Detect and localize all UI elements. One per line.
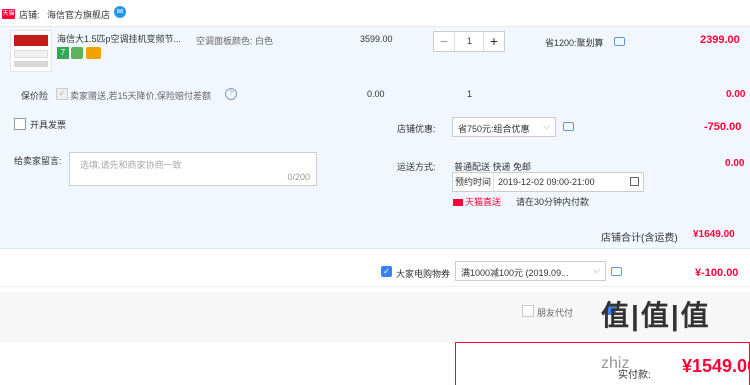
insurance-price: 0.00 [367, 89, 385, 99]
watermark-text: zhiz [601, 355, 630, 372]
pay-total: ¥1549.00 [682, 356, 750, 376]
seven-day-return-icon: 7 [57, 47, 69, 59]
promo-text: 省1200:聚划算 [545, 38, 604, 48]
friend-pay-checkbox[interactable] [522, 305, 534, 317]
install-note: 请在30分钟内付款 [516, 197, 590, 207]
decrease-quantity-button[interactable]: − [434, 32, 455, 51]
appointment-time-field[interactable]: 预约时间 2019-12-02 09:00-21:00 [452, 172, 644, 192]
comment-icon[interactable] [614, 37, 625, 46]
chevron-down-icon: ⌵ [593, 265, 600, 275]
shop-header [0, 0, 750, 27]
watermark-logo: 值|值|值 [601, 300, 711, 331]
chat-icon[interactable]: ✉ [114, 6, 126, 18]
insurance-checkbox[interactable]: ✓ [56, 88, 68, 100]
shop-discount-select[interactable]: 省750元:组合优惠 ⌵ [452, 117, 556, 137]
shop-label: 店铺: [19, 10, 40, 20]
invoice-checkbox[interactable] [14, 118, 26, 130]
shipping-fee: 0.00 [725, 158, 745, 169]
credit-card-icon [86, 47, 101, 59]
friend-pay-label: 朋友代付 [537, 308, 574, 318]
insurance-subtotal: 0.00 [726, 89, 746, 100]
item-subtotal: 2399.00 [700, 34, 740, 46]
product-title-link[interactable]: 海信大1.5匹p空调挂机变频节... [57, 32, 181, 45]
insurance-label: 保价险 [21, 91, 49, 101]
comment-icon[interactable] [611, 267, 622, 276]
calendar-icon [630, 177, 639, 186]
appointment-label: 预约时间 [453, 173, 494, 191]
coupon-select[interactable]: 满1000减100元 (2019.09... ⌵ [455, 261, 606, 281]
quantity-stepper: − 1 + [433, 31, 505, 52]
coupon-row [0, 256, 750, 287]
message-counter: 0/200 [287, 172, 310, 182]
coupon-checkbox[interactable]: ✓ [381, 266, 392, 277]
insurance-description: 卖家赠送,若15天降价,保险赔付差额 [70, 91, 212, 101]
message-placeholder: 选填,请先和商家协商一致 [80, 160, 182, 170]
order-item-panel [0, 27, 750, 249]
shop-name-link[interactable]: 海信官方旗舰店 [47, 8, 110, 21]
shop-discount-value: 省750元:组合优惠 [458, 124, 530, 134]
coupon-label: 大家电购物券 [396, 269, 451, 279]
appointment-value: 2019-12-02 09:00-21:00 [498, 177, 595, 187]
tmall-logo-icon: 天猫 [2, 9, 15, 19]
chevron-down-icon: ⌵ [543, 121, 550, 131]
tmall-direct-label: 天猫直送 [465, 197, 502, 207]
shop-discount-label: 店铺优惠: [397, 124, 436, 134]
tmall-direct-badge: 天猫直送 [453, 195, 501, 208]
product-thumbnail[interactable] [10, 30, 52, 72]
invoice-label: 开具发票 [30, 120, 67, 130]
quantity-input[interactable]: 1 [455, 32, 484, 51]
coupon-amount: ¥-100.00 [695, 267, 739, 279]
message-label: 给卖家留言: [14, 156, 62, 166]
increase-quantity-button[interactable]: + [483, 32, 504, 51]
product-sku: 空调面板颜色: 白色 [196, 36, 274, 46]
shop-discount-amount: -750.00 [704, 121, 742, 133]
shipping-label: 运送方式: [397, 162, 436, 172]
shop-total-label: 店铺合计(含运费) [601, 233, 678, 244]
unit-price: 3599.00 [360, 34, 393, 44]
insurance-qty: 1 [467, 89, 473, 99]
message-textarea[interactable]: 选填,请先和商家协商一致 0/200 [69, 152, 317, 186]
coupon-value: 满1000减100元 (2019.09... [461, 268, 569, 278]
shop-total-value: ¥1649.00 [693, 229, 735, 240]
comment-icon[interactable] [563, 122, 574, 131]
help-icon[interactable]: ? [225, 88, 237, 100]
tmall-direct-icon [453, 199, 463, 207]
service-badge-icon [71, 47, 83, 59]
